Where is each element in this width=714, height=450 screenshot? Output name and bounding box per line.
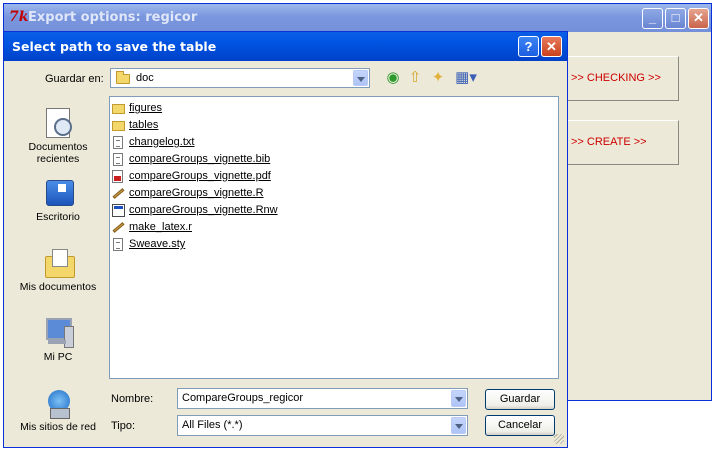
places-bar: Documentos recientes Escritorio Mis docu…: [13, 98, 103, 443]
window-title: Export options: regicor: [28, 10, 198, 25]
place-label: Mis documentos: [19, 281, 97, 293]
create-button[interactable]: >> CREATE >>: [560, 120, 679, 165]
file-icon: [113, 238, 123, 251]
place-label: Mis sitios de red: [20, 421, 96, 433]
filename-value: CompareGroups_regicor: [182, 392, 304, 404]
folder-icon: [116, 71, 130, 84]
place-label: Documentos recientes: [28, 141, 88, 165]
place-label: Mi PC: [43, 351, 73, 363]
tk-logo-icon: 7k: [9, 9, 29, 25]
text-file-icon: [113, 136, 123, 149]
filetype-label: Tipo:: [111, 420, 136, 432]
lookin-value: doc: [136, 72, 154, 84]
filetype-value: All Files (*.*): [182, 419, 243, 431]
lookin-combobox[interactable]: doc: [110, 68, 370, 88]
place-desktop[interactable]: Escritorio: [13, 176, 103, 223]
script-file-icon: [109, 184, 127, 202]
back-icon[interactable]: ◉: [384, 69, 402, 87]
window-close-button[interactable]: ✕: [688, 8, 709, 29]
lookin-label: Guardar en:: [45, 73, 104, 85]
folder-icon: [112, 104, 125, 114]
place-label: Escritorio: [36, 211, 80, 223]
resize-grip[interactable]: [554, 434, 564, 444]
minimize-button[interactable]: _: [642, 8, 663, 29]
filename-label: Nombre:: [111, 393, 154, 405]
file-icon: [113, 153, 123, 166]
chevron-down-icon[interactable]: [353, 70, 368, 86]
up-folder-icon[interactable]: ⇧: [406, 69, 424, 87]
rnw-file-icon: [112, 204, 125, 217]
pdf-file-icon: [112, 170, 123, 183]
view-menu-icon[interactable]: ▦▾: [453, 69, 479, 87]
recent-documents-icon: [42, 106, 74, 138]
save-dialog: Select path to save the table ? ✕ Guarda…: [3, 31, 568, 448]
place-my-computer[interactable]: Mi PC: [13, 316, 103, 363]
maximize-button[interactable]: □: [665, 8, 686, 29]
dialog-titlebar: Select path to save the table ? ✕: [4, 32, 567, 61]
dialog-close-button[interactable]: ✕: [541, 36, 562, 57]
cancel-button[interactable]: Cancelar: [485, 415, 555, 436]
window-titlebar: 7k Export options: regicor _ □ ✕: [4, 4, 711, 32]
dialog-title: Select path to save the table: [12, 39, 217, 54]
network-places-icon: [42, 386, 74, 419]
place-network[interactable]: Mis sitios de red: [13, 386, 103, 433]
my-computer-icon: [42, 316, 74, 348]
filename-combobox[interactable]: CompareGroups_regicor: [177, 388, 468, 409]
save-button[interactable]: Guardar: [485, 389, 555, 410]
place-recent-documents[interactable]: Documentos recientes: [13, 106, 103, 165]
chevron-down-icon[interactable]: [451, 390, 466, 407]
my-documents-icon: [42, 246, 75, 278]
help-button[interactable]: ?: [518, 36, 539, 57]
folder-icon: [112, 121, 125, 131]
place-my-documents[interactable]: Mis documentos: [13, 246, 103, 293]
script-file-icon: [109, 218, 127, 236]
filetype-combobox[interactable]: All Files (*.*): [177, 415, 468, 436]
checking-button[interactable]: >> CHECKING >>: [560, 56, 679, 101]
file-list[interactable]: figures tables changelog.txt compareGrou…: [109, 96, 559, 379]
new-folder-icon[interactable]: ✦: [429, 69, 447, 87]
desktop-icon: [42, 176, 74, 208]
chevron-down-icon[interactable]: [451, 417, 466, 434]
